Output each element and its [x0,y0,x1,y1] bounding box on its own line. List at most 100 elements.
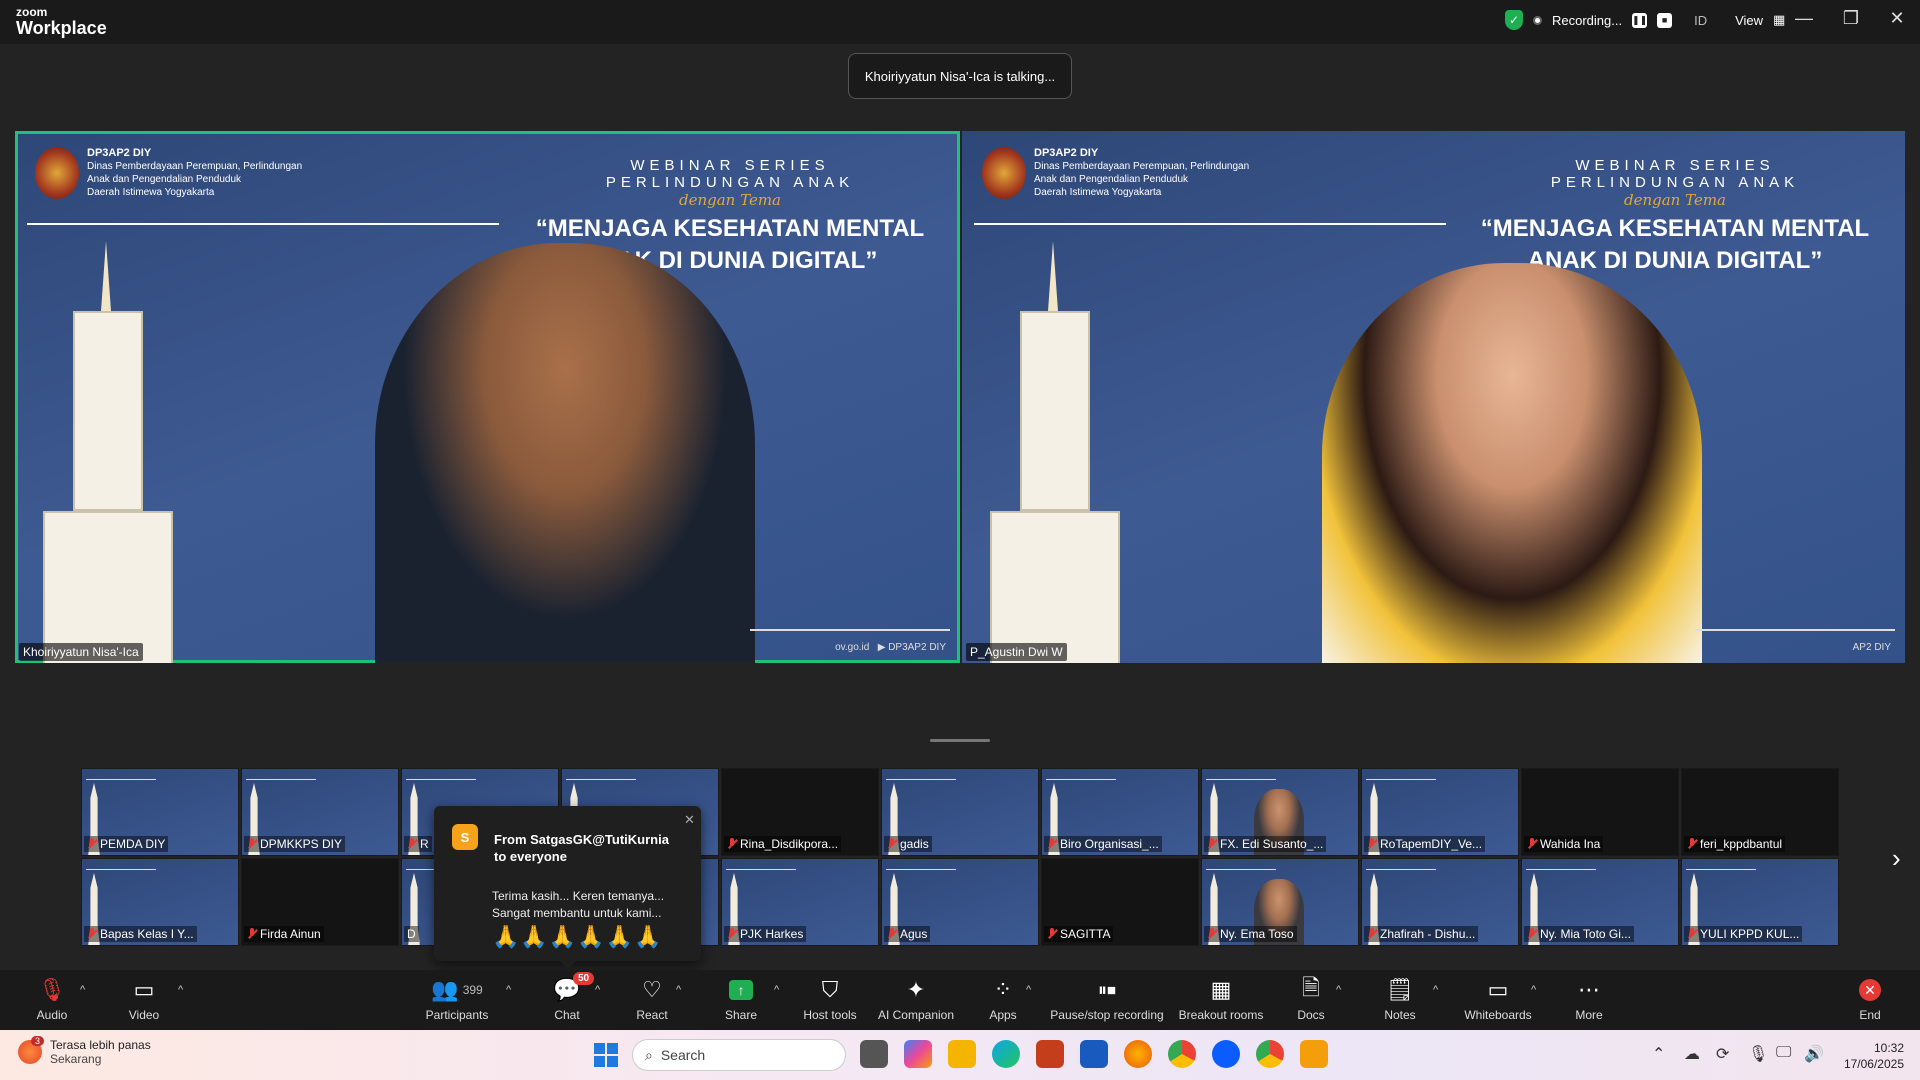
main-video-tile[interactable]: DP3AP2 DIY Dinas Pemberdayaan Perempuan,… [15,131,960,663]
chat-sender-avatar: S [452,824,478,850]
tile-slide-line [1526,869,1596,870]
more-label: More [1575,1008,1603,1022]
audio-button[interactable]: 🎙 Audio [2,976,102,1022]
gallery-participant-tile[interactable]: Ny. Ema Toso [1201,858,1359,946]
gallery-participant-tile[interactable]: RoTapemDIY_Ve... [1361,768,1519,856]
tile-name-label: Biro Organisasi_... [1044,836,1162,852]
slide-title-line1: “MENJAGA KESEHATAN MENTAL [1480,215,1870,242]
host-tools-button[interactable]: ⛉ Host tools [780,976,880,1022]
mic-muted-icon [887,838,897,850]
chat-notification-popup[interactable]: S From SatgasGK@TutiKurnia to everyone ✕… [434,806,701,969]
gallery-participant-tile[interactable]: Wahida Ina [1521,768,1679,856]
media-player-icon[interactable] [1300,1040,1328,1068]
word-icon[interactable] [1080,1040,1108,1068]
resize-drag-handle[interactable] [930,739,990,742]
weather-widget[interactable]: 3 Terasa lebih panas Sekarang [18,1036,151,1066]
gallery-participant-tile[interactable]: DPMKKPS DIY [241,768,399,856]
tray-overflow-chevron-icon[interactable]: ⌃ [1652,1044,1665,1064]
apps-button[interactable]: ⁘ Apps [953,976,1053,1022]
gallery-participant-tile[interactable]: SAGITTA [1041,858,1199,946]
gallery-participant-tile[interactable]: PJK Harkes [721,858,879,946]
gallery-strip: PEMDA DIY DPMKKPS DIY R Rina_Disdikpora... g… [81,768,1839,948]
share-options-chevron-icon[interactable]: ^ [774,984,779,996]
react-options-chevron-icon[interactable]: ^ [676,984,681,996]
youtube-icon: ▶ [877,642,886,653]
docs-button[interactable]: 🗎 Docs [1261,975,1361,1022]
logo-bottom-text: Workplace [16,18,107,38]
windows-start-icon[interactable] [594,1043,618,1067]
participants-options-chevron-icon[interactable]: ^ [506,984,511,996]
tile-name-text: PJK Harkes [740,927,804,941]
gallery-participant-tile[interactable]: Firda Ainun [241,858,399,946]
taskbar-clock[interactable]: 10:32 17/06/2025 [1834,1040,1904,1072]
encryption-shield-icon[interactable]: ✓ [1505,10,1523,30]
gallery-participant-tile[interactable]: Bapas Kelas I Y... [81,858,239,946]
meeting-toolbar: 🎙 Audio ^ ▭ Video ^ 👥 399 Participants ^ … [0,970,1920,1030]
participants-button[interactable]: 👥 399 Participants [407,976,507,1022]
ai-companion-button[interactable]: ✦ AI Companion [866,976,966,1022]
share-button[interactable]: ↑ Share [691,976,791,1022]
taskbar-search-box[interactable]: ⌕ Search [632,1039,846,1071]
notes-button[interactable]: 🗒 Notes [1350,976,1450,1022]
video-button[interactable]: ▭ Video [94,976,194,1022]
slide-org-line3: Daerah Istimewa Yogyakarta [87,187,215,198]
slide-header: DP3AP2 DIY Dinas Pemberdayaan Perempuan,… [35,147,302,199]
gallery-participant-tile[interactable]: Biro Organisasi_... [1041,768,1199,856]
gallery-participant-tile[interactable]: PEMDA DIY [81,768,239,856]
chrome-profile-icon[interactable] [1256,1040,1284,1068]
restore-icon[interactable]: ❐ [1836,8,1866,29]
gallery-next-page-icon[interactable]: › [1892,843,1901,874]
pause-stop-icon: ⏸⏹ [1098,979,1116,1000]
slide-series-line1: WEBINAR SERIES [630,157,830,174]
tile-slide-line [1046,779,1116,780]
volume-icon[interactable]: 🔊 [1804,1044,1824,1064]
edge-browser-icon[interactable] [992,1040,1020,1068]
gallery-participant-tile[interactable]: Ny. Mia Toto Gi... [1521,858,1679,946]
react-button[interactable]: ♡ React [602,976,702,1022]
docs-options-chevron-icon[interactable]: ^ [1336,984,1341,996]
firefox-icon[interactable] [1124,1040,1152,1068]
chrome-icon[interactable] [1168,1040,1196,1068]
end-meeting-button[interactable]: ✕ End [1820,976,1920,1022]
gallery-participant-tile[interactable]: Rina_Disdikpora... [721,768,879,856]
gallery-participant-tile[interactable]: FX. Edi Susanto_... [1201,768,1359,856]
pause-recording-icon[interactable]: ❚❚ [1632,12,1647,28]
meeting-id-button[interactable]: ID [1694,13,1707,28]
close-popup-icon[interactable]: ✕ [684,812,695,828]
gallery-participant-tile[interactable]: feri_kppdbantul [1681,768,1839,856]
gallery-participant-tile[interactable]: YULI KPPD KUL... [1681,858,1839,946]
powerpoint-icon[interactable] [1036,1040,1064,1068]
stop-recording-icon[interactable]: ■ [1657,12,1673,28]
minimize-icon[interactable]: — [1789,8,1819,29]
share-label: Share [724,1008,758,1022]
gallery-participant-tile[interactable]: Agus [881,858,1039,946]
tile-slide-line [86,869,156,870]
zoom-app-icon[interactable] [1212,1040,1240,1068]
close-window-icon[interactable]: ✕ [1882,8,1912,29]
gallery-participant-tile[interactable]: Zhafirah - Dishu... [1361,858,1519,946]
notes-options-chevron-icon[interactable]: ^ [1433,984,1438,996]
microphone-tray-icon[interactable]: 🎙 [1748,1044,1768,1064]
network-icon[interactable]: 🖵 [1776,1044,1791,1062]
pause-stop-recording-button[interactable]: ⏸⏹ Pause/stop recording [1047,976,1167,1023]
video-options-chevron-icon[interactable]: ^ [178,984,183,996]
whiteboards-button[interactable]: ▭ Whiteboards [1448,976,1548,1022]
sync-icon[interactable]: ⟳ [1716,1044,1729,1064]
whiteboards-options-chevron-icon[interactable]: ^ [1531,984,1536,996]
apps-options-chevron-icon[interactable]: ^ [1026,984,1031,996]
main-video-tile[interactable]: DP3AP2 DIY Dinas Pemberdayaan Perempuan,… [962,131,1905,663]
audio-options-chevron-icon[interactable]: ^ [80,984,85,996]
onedrive-icon[interactable]: ☁ [1684,1044,1700,1064]
copilot-icon[interactable] [904,1040,932,1068]
tile-name-label: feri_kppdbantul [1684,836,1786,852]
view-button[interactable]: View [1735,13,1763,28]
mic-muted-icon [887,928,897,940]
breakout-rooms-button[interactable]: ▦ Breakout rooms [1171,976,1271,1022]
view-grid-icon[interactable]: ▦ [1773,12,1785,28]
gallery-participant-tile[interactable]: gadis [881,768,1039,856]
weather-badge: 3 [31,1036,45,1046]
file-explorer-icon[interactable] [948,1040,976,1068]
more-button[interactable]: ⋯ More [1539,976,1639,1022]
task-view-icon[interactable] [860,1040,888,1068]
chat-options-chevron-icon[interactable]: ^ [595,984,600,996]
